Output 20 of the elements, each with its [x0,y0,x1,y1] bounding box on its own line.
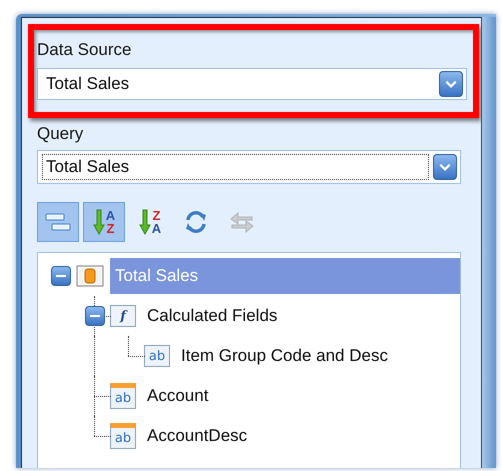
text-field-icon: ab [110,423,136,449]
data-source-dropdown[interactable]: Total Sales [37,68,467,100]
tree-item[interactable]: Item Group Code and Desc [176,338,393,374]
tree-item[interactable]: AccountDesc [142,418,252,454]
function-icon: f [110,305,136,327]
collapse-button[interactable] [51,266,71,286]
tree-item[interactable]: Calculated Fields [142,298,282,334]
down-arrow-icon [92,209,105,235]
sort-button[interactable]: Z A [129,202,171,242]
query-dropdown[interactable]: Total Sales [37,150,461,184]
text-field-icon: ab [144,345,170,367]
text-field-icon: ab [110,383,136,409]
tree-item[interactable]: Account [142,378,214,414]
field-label: Query [37,124,84,144]
field-label: Data Source [37,40,132,60]
database-icon [76,264,104,288]
down-arrow-icon [138,209,151,235]
collapse-button[interactable] [85,306,105,326]
group-button[interactable] [37,202,79,242]
sort-button[interactable]: A Z [83,202,125,242]
